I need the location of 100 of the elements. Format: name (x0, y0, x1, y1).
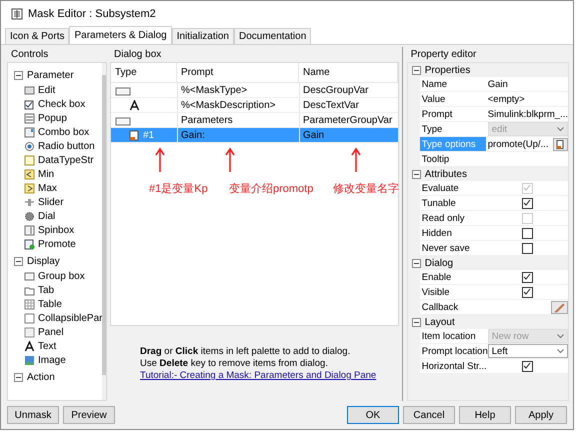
palette-item[interactable]: Min (14, 167, 102, 181)
palette-item[interactable]: Combo box (14, 125, 102, 139)
panel-control-icon (24, 326, 35, 338)
collapse-icon[interactable] (412, 66, 421, 74)
section-label: Attributes (424, 168, 467, 180)
folder-icon (115, 114, 131, 126)
dialog-row[interactable]: %<MaskType> DescGroupVar (111, 83, 398, 98)
collapse-icon[interactable] (14, 71, 23, 80)
collapse-icon[interactable] (412, 258, 421, 268)
chevron-down-icon (557, 126, 564, 132)
collapse-icon[interactable] (14, 257, 23, 266)
checkbox[interactable] (522, 242, 533, 254)
palette-item[interactable]: Edit (14, 83, 102, 97)
palette-item[interactable]: Popup (14, 111, 102, 125)
palette-item[interactable]: CollapsiblePar (14, 311, 102, 325)
tab[interactable]: Icon & Ports (5, 28, 70, 44)
tab[interactable]: Documentation (234, 28, 312, 44)
tab-control-icon (24, 284, 35, 296)
property-label[interactable]: Prompt location (420, 344, 486, 358)
image-control-icon (24, 354, 35, 366)
property-value[interactable]: <empty> (488, 94, 525, 104)
annotation-arrow (223, 147, 237, 173)
checkbox[interactable] (522, 360, 533, 372)
dialog-button[interactable]: Help (459, 406, 511, 424)
palette-item[interactable]: Table (14, 297, 102, 311)
dropdown-field[interactable]: Left (488, 344, 568, 358)
palette-item[interactable]: Group box (14, 269, 102, 283)
datatype-control-icon (24, 154, 35, 166)
tab[interactable]: Initialization (172, 28, 234, 44)
help-text: Drag or Click items in left palette to add to dialog. (140, 346, 352, 357)
panel-title: Controls (10, 48, 50, 62)
dialog-button[interactable]: Unmask (7, 406, 59, 424)
tutorial-link[interactable]: Tutorial:- Creating a Mask: Parameters and Dialog Pane (140, 370, 399, 381)
annotation-text: 变量介绍promotp (229, 182, 314, 196)
edit-control-icon (24, 84, 35, 96)
property-label[interactable]: Prompt (420, 107, 486, 121)
dialog-button[interactable]: Preview (63, 406, 115, 424)
combo-control-icon (24, 126, 35, 138)
property-label[interactable]: Value (420, 92, 486, 106)
dialog-row[interactable]: #1 Gain: Gain (111, 128, 398, 143)
dial-control-icon (24, 210, 35, 222)
slider-control-icon (24, 196, 35, 208)
dialog-row[interactable]: Parameters ParameterGroupVar (111, 113, 398, 128)
palette-item[interactable]: Promote (14, 237, 102, 251)
tab[interactable]: Parameters & Dialog (69, 26, 172, 44)
dialog-button[interactable]: Cancel (403, 406, 455, 424)
palette-item[interactable]: Tab (14, 283, 102, 297)
text-control-icon (24, 340, 35, 352)
property-value[interactable]: promote(Up/... (488, 138, 548, 150)
edit-options-button[interactable] (553, 138, 568, 150)
window-title: Mask Editor : Subsystem2 (28, 8, 156, 20)
chevron-down-icon (557, 348, 564, 354)
groupbox-control-icon (24, 270, 35, 282)
chevron-down-icon (557, 334, 564, 338)
property-value[interactable]: Simulink:blkprm_... (488, 108, 568, 120)
checkbox[interactable] (522, 228, 533, 238)
max-control-icon (24, 182, 35, 194)
section-label: Layout (424, 316, 455, 328)
dialog-button[interactable]: OK (347, 406, 399, 424)
collapse-icon[interactable] (412, 318, 421, 326)
edit-callback-button[interactable] (551, 300, 568, 314)
collapse-icon[interactable] (412, 170, 421, 178)
property-label[interactable]: Name (420, 77, 486, 91)
checkbox[interactable] (522, 272, 533, 282)
palette-item[interactable]: Image (14, 353, 102, 367)
section-label: Properties (424, 64, 470, 76)
palette-item[interactable]: Radio button (14, 139, 102, 153)
group-label: Display (27, 256, 60, 267)
name-cell: ParameterGroupVar (299, 113, 398, 127)
panel-title: Dialog box (113, 48, 162, 62)
edit-field-icon (129, 130, 140, 140)
promote-control-icon (24, 238, 35, 250)
help-text: Use Delete key to remove items from dialog. (140, 358, 329, 369)
palette-item[interactable]: Text (14, 339, 102, 353)
annotation-text: #1是变量Kp (149, 182, 208, 196)
prompt-cell: Gain: (177, 128, 299, 142)
item-number: #1 (143, 130, 154, 140)
palette-item[interactable]: DataTypeStr (14, 153, 102, 167)
collapse-icon[interactable] (14, 373, 23, 382)
text-icon (129, 100, 140, 110)
palette-item[interactable]: Dial (14, 209, 102, 223)
group-label: Parameter (27, 70, 74, 81)
spinbox-control-icon (24, 224, 35, 236)
prompt-cell: %<MaskType> (177, 83, 299, 97)
palette-item[interactable]: Spinbox (14, 223, 102, 237)
group-label: Action (27, 372, 55, 383)
palette-item[interactable]: Panel (14, 325, 102, 339)
checkbox[interactable] (522, 286, 533, 298)
property-value[interactable]: Gain (488, 78, 508, 90)
min-control-icon (24, 168, 35, 180)
annotation-arrow (349, 147, 363, 173)
dialog-button[interactable]: Apply (515, 406, 567, 424)
checkbox[interactable] (522, 198, 533, 208)
name-cell: DescTextVar (299, 98, 398, 112)
dialog-row[interactable]: %<MaskDescription> DescTextVar (111, 98, 398, 113)
palette-item[interactable]: Check box (14, 97, 102, 111)
palette-item[interactable]: Max (14, 181, 102, 195)
palette-item[interactable]: Slider (14, 195, 102, 209)
collapsible-control-icon (24, 312, 35, 324)
annotation-text: 修改变量名字 (333, 182, 399, 196)
